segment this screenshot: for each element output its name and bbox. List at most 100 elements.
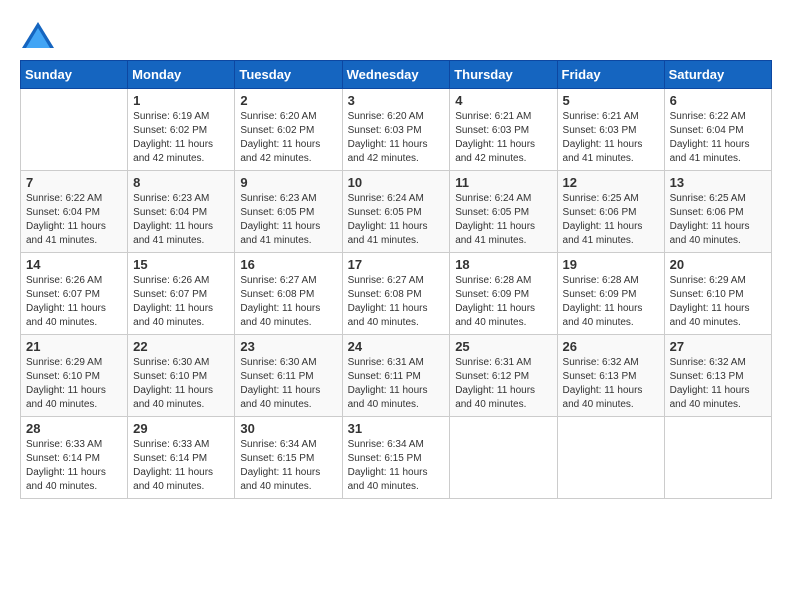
sunrise-text: Sunrise: 6:21 AM xyxy=(563,111,639,122)
day-number: 13 xyxy=(670,175,766,190)
day-info: Sunrise: 6:29 AM Sunset: 6:10 PM Dayligh… xyxy=(26,356,122,412)
daylight-text: Daylight: 11 hours and 42 minutes. xyxy=(455,139,535,164)
sunrise-text: Sunrise: 6:32 AM xyxy=(563,357,639,368)
day-number: 10 xyxy=(348,175,445,190)
calendar-day-cell: 13 Sunrise: 6:25 AM Sunset: 6:06 PM Dayl… xyxy=(664,171,771,253)
sunset-text: Sunset: 6:05 PM xyxy=(455,207,529,218)
calendar-week-row: 1 Sunrise: 6:19 AM Sunset: 6:02 PM Dayli… xyxy=(21,89,772,171)
sunrise-text: Sunrise: 6:34 AM xyxy=(240,439,316,450)
sunrise-text: Sunrise: 6:28 AM xyxy=(455,275,531,286)
calendar-day-cell xyxy=(450,417,557,499)
day-info: Sunrise: 6:20 AM Sunset: 6:02 PM Dayligh… xyxy=(240,110,336,166)
day-info: Sunrise: 6:24 AM Sunset: 6:05 PM Dayligh… xyxy=(455,192,551,248)
day-info: Sunrise: 6:34 AM Sunset: 6:15 PM Dayligh… xyxy=(348,438,445,494)
daylight-text: Daylight: 11 hours and 41 minutes. xyxy=(133,221,213,246)
day-number: 6 xyxy=(670,93,766,108)
daylight-text: Daylight: 11 hours and 40 minutes. xyxy=(563,385,643,410)
day-info: Sunrise: 6:25 AM Sunset: 6:06 PM Dayligh… xyxy=(670,192,766,248)
daylight-text: Daylight: 11 hours and 40 minutes. xyxy=(133,303,213,328)
day-info: Sunrise: 6:32 AM Sunset: 6:13 PM Dayligh… xyxy=(563,356,659,412)
day-info: Sunrise: 6:22 AM Sunset: 6:04 PM Dayligh… xyxy=(670,110,766,166)
daylight-text: Daylight: 11 hours and 41 minutes. xyxy=(240,221,320,246)
calendar-table: SundayMondayTuesdayWednesdayThursdayFrid… xyxy=(20,60,772,499)
day-info: Sunrise: 6:26 AM Sunset: 6:07 PM Dayligh… xyxy=(26,274,122,330)
sunrise-text: Sunrise: 6:29 AM xyxy=(26,357,102,368)
calendar-day-cell: 12 Sunrise: 6:25 AM Sunset: 6:06 PM Dayl… xyxy=(557,171,664,253)
calendar-day-cell: 15 Sunrise: 6:26 AM Sunset: 6:07 PM Dayl… xyxy=(128,253,235,335)
daylight-text: Daylight: 11 hours and 41 minutes. xyxy=(563,139,643,164)
day-number: 23 xyxy=(240,339,336,354)
sunset-text: Sunset: 6:11 PM xyxy=(240,371,313,382)
calendar-day-cell: 5 Sunrise: 6:21 AM Sunset: 6:03 PM Dayli… xyxy=(557,89,664,171)
daylight-text: Daylight: 11 hours and 40 minutes. xyxy=(240,467,320,492)
day-number: 30 xyxy=(240,421,336,436)
daylight-text: Daylight: 11 hours and 40 minutes. xyxy=(133,467,213,492)
calendar-day-cell: 30 Sunrise: 6:34 AM Sunset: 6:15 PM Dayl… xyxy=(235,417,342,499)
calendar-day-cell: 27 Sunrise: 6:32 AM Sunset: 6:13 PM Dayl… xyxy=(664,335,771,417)
sunrise-text: Sunrise: 6:32 AM xyxy=(670,357,746,368)
daylight-text: Daylight: 11 hours and 40 minutes. xyxy=(348,467,428,492)
day-number: 26 xyxy=(563,339,659,354)
sunset-text: Sunset: 6:15 PM xyxy=(240,453,314,464)
sunrise-text: Sunrise: 6:26 AM xyxy=(133,275,209,286)
calendar-day-cell: 4 Sunrise: 6:21 AM Sunset: 6:03 PM Dayli… xyxy=(450,89,557,171)
day-number: 17 xyxy=(348,257,445,272)
daylight-text: Daylight: 11 hours and 40 minutes. xyxy=(455,385,535,410)
daylight-text: Daylight: 11 hours and 40 minutes. xyxy=(26,303,106,328)
day-number: 24 xyxy=(348,339,445,354)
calendar-week-row: 21 Sunrise: 6:29 AM Sunset: 6:10 PM Dayl… xyxy=(21,335,772,417)
sunset-text: Sunset: 6:02 PM xyxy=(133,125,207,136)
day-info: Sunrise: 6:20 AM Sunset: 6:03 PM Dayligh… xyxy=(348,110,445,166)
sunset-text: Sunset: 6:05 PM xyxy=(240,207,314,218)
sunrise-text: Sunrise: 6:31 AM xyxy=(348,357,424,368)
calendar-day-cell: 9 Sunrise: 6:23 AM Sunset: 6:05 PM Dayli… xyxy=(235,171,342,253)
day-number: 15 xyxy=(133,257,229,272)
day-info: Sunrise: 6:29 AM Sunset: 6:10 PM Dayligh… xyxy=(670,274,766,330)
sunset-text: Sunset: 6:15 PM xyxy=(348,453,422,464)
calendar-day-cell: 21 Sunrise: 6:29 AM Sunset: 6:10 PM Dayl… xyxy=(21,335,128,417)
day-number: 29 xyxy=(133,421,229,436)
sunset-text: Sunset: 6:09 PM xyxy=(563,289,637,300)
daylight-text: Daylight: 11 hours and 41 minutes. xyxy=(348,221,428,246)
day-info: Sunrise: 6:28 AM Sunset: 6:09 PM Dayligh… xyxy=(563,274,659,330)
sunset-text: Sunset: 6:07 PM xyxy=(133,289,207,300)
calendar-day-cell: 29 Sunrise: 6:33 AM Sunset: 6:14 PM Dayl… xyxy=(128,417,235,499)
sunset-text: Sunset: 6:08 PM xyxy=(348,289,422,300)
logo-icon xyxy=(20,20,56,50)
calendar-day-cell: 10 Sunrise: 6:24 AM Sunset: 6:05 PM Dayl… xyxy=(342,171,450,253)
sunrise-text: Sunrise: 6:28 AM xyxy=(563,275,639,286)
day-number: 14 xyxy=(26,257,122,272)
day-number: 2 xyxy=(240,93,336,108)
day-info: Sunrise: 6:33 AM Sunset: 6:14 PM Dayligh… xyxy=(133,438,229,494)
daylight-text: Daylight: 11 hours and 40 minutes. xyxy=(670,221,750,246)
calendar-header-row: SundayMondayTuesdayWednesdayThursdayFrid… xyxy=(21,61,772,89)
day-number: 9 xyxy=(240,175,336,190)
day-number: 5 xyxy=(563,93,659,108)
sunset-text: Sunset: 6:06 PM xyxy=(670,207,744,218)
sunrise-text: Sunrise: 6:25 AM xyxy=(670,193,746,204)
day-number: 7 xyxy=(26,175,122,190)
daylight-text: Daylight: 11 hours and 40 minutes. xyxy=(240,385,320,410)
calendar-day-cell: 2 Sunrise: 6:20 AM Sunset: 6:02 PM Dayli… xyxy=(235,89,342,171)
logo xyxy=(20,20,60,50)
day-number: 27 xyxy=(670,339,766,354)
day-info: Sunrise: 6:19 AM Sunset: 6:02 PM Dayligh… xyxy=(133,110,229,166)
calendar-day-cell xyxy=(664,417,771,499)
day-info: Sunrise: 6:25 AM Sunset: 6:06 PM Dayligh… xyxy=(563,192,659,248)
calendar-day-cell: 11 Sunrise: 6:24 AM Sunset: 6:05 PM Dayl… xyxy=(450,171,557,253)
sunrise-text: Sunrise: 6:22 AM xyxy=(670,111,746,122)
day-number: 20 xyxy=(670,257,766,272)
calendar-day-cell: 8 Sunrise: 6:23 AM Sunset: 6:04 PM Dayli… xyxy=(128,171,235,253)
sunrise-text: Sunrise: 6:29 AM xyxy=(670,275,746,286)
sunset-text: Sunset: 6:13 PM xyxy=(670,371,744,382)
day-number: 22 xyxy=(133,339,229,354)
sunset-text: Sunset: 6:05 PM xyxy=(348,207,422,218)
day-info: Sunrise: 6:30 AM Sunset: 6:11 PM Dayligh… xyxy=(240,356,336,412)
sunrise-text: Sunrise: 6:26 AM xyxy=(26,275,102,286)
calendar-day-cell: 17 Sunrise: 6:27 AM Sunset: 6:08 PM Dayl… xyxy=(342,253,450,335)
day-info: Sunrise: 6:22 AM Sunset: 6:04 PM Dayligh… xyxy=(26,192,122,248)
calendar-day-cell: 26 Sunrise: 6:32 AM Sunset: 6:13 PM Dayl… xyxy=(557,335,664,417)
column-header-sunday: Sunday xyxy=(21,61,128,89)
calendar-day-cell: 3 Sunrise: 6:20 AM Sunset: 6:03 PM Dayli… xyxy=(342,89,450,171)
day-info: Sunrise: 6:31 AM Sunset: 6:11 PM Dayligh… xyxy=(348,356,445,412)
